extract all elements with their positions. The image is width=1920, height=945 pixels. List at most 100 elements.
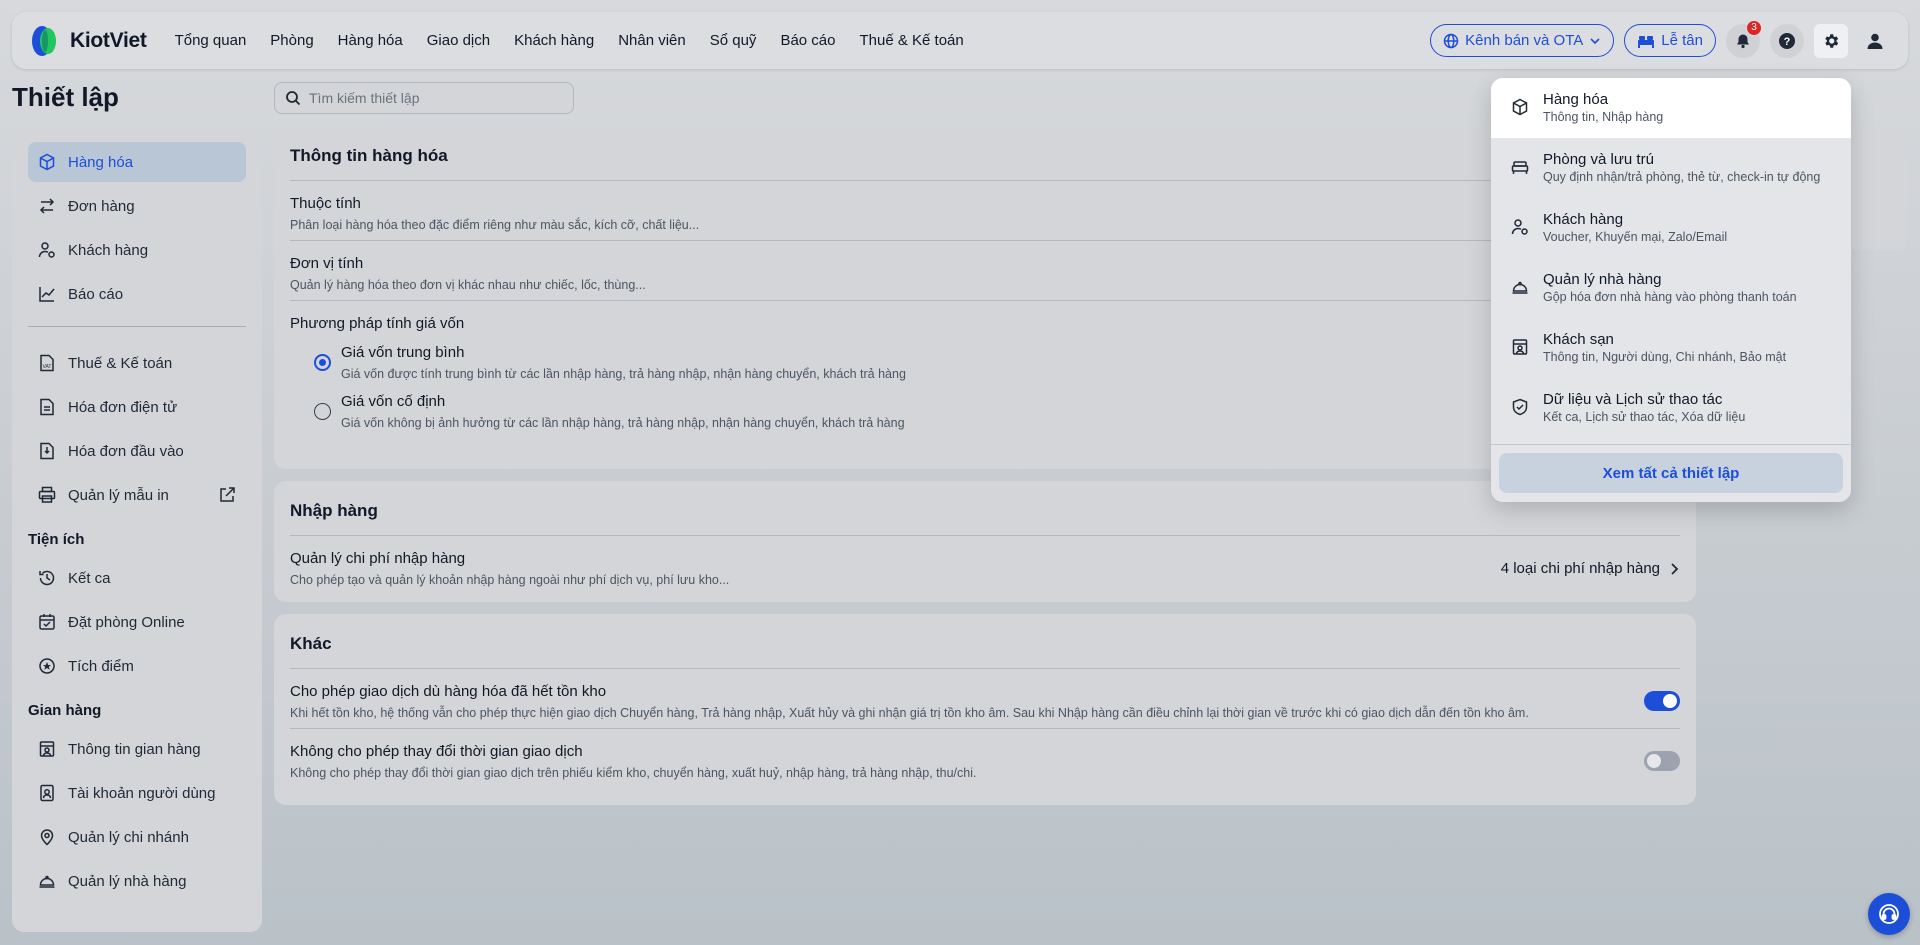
unit-desc: Quản lý hàng hóa theo đơn vị khác nhau n… [290,278,646,292]
nav-giao-dich[interactable]: Giao dịch [415,32,502,49]
goods-info-card: Thông tin hàng hóa Thuộc tính Phân loại … [274,126,1696,469]
doc-import-icon [38,442,56,460]
cloche-icon [1511,278,1529,318]
nav-khach-hang[interactable]: Khách hàng [502,32,606,49]
dropdown-item-desc: Voucher, Khuyến mại, Zalo/Email [1543,230,1728,244]
dropdown-item-desc: Gộp hóa đơn nhà hàng vào phòng thanh toá… [1543,290,1797,304]
dropdown-item-title: Dữ liệu và Lịch sử thao tác [1543,391,1723,408]
chevron-right-icon [1668,562,1680,576]
sidebar-item-tai-khoan-nguoi-dung[interactable]: Tài khoản người dùng [28,773,246,813]
globe-icon [1443,33,1459,49]
reception-label: Lễ tân [1661,32,1703,49]
sidebar-item-tich-diem[interactable]: Tích điểm [28,646,246,686]
lock-transaction-time-title: Không cho phép thay đổi thời gian giao d… [290,743,583,760]
bell-icon [1735,33,1751,49]
store-icon [1511,338,1529,378]
user-gear-icon [38,241,56,259]
lock-transaction-time-desc: Không cho phép thay đổi thời gian giao d… [290,766,977,780]
cost-method-row: Phương pháp tính giá vốn Giá vốn trung b… [290,301,1680,436]
sidebar-item-quan-ly-chi-nhanh[interactable]: Quản lý chi nhánh [28,817,246,857]
user-icon [1866,32,1884,50]
logo-text: KiotViet [70,28,147,52]
nav-bao-cao[interactable]: Báo cáo [768,32,847,49]
notification-button[interactable]: 3 [1726,19,1762,58]
svg-text:VAT: VAT [43,364,52,370]
printer-icon [38,486,56,504]
nav-hang-hoa[interactable]: Hàng hóa [326,32,415,49]
sidebar-item-label: Hóa đơn điện tử [68,398,178,416]
sidebar-item-khach-hang[interactable]: Khách hàng [28,230,246,270]
sidebar-item-label: Báo cáo [68,285,124,303]
cost-fixed-radio[interactable] [314,403,331,420]
search-icon [285,90,301,106]
dropdown-item-khach-hang[interactable]: Khách hàng Voucher, Khuyến mại, Zalo/Ema… [1491,198,1851,258]
dropdown-item-du-lieu-lich-su[interactable]: Dữ liệu và Lịch sử thao tác Kết ca, Lịch… [1491,378,1851,438]
settings-search [274,82,574,114]
sidebar-item-quan-ly-mau-in[interactable]: Quản lý mẫu in [28,475,246,515]
account-button[interactable] [1858,24,1892,58]
svg-text:?: ? [1784,36,1791,48]
nav-so-quy[interactable]: Sổ quỹ [698,32,769,49]
nav-thue-ke-toan[interactable]: Thuế & Kế toán [847,32,975,49]
sidebar-item-bao-cao[interactable]: Báo cáo [28,274,246,314]
help-button[interactable]: ? [1770,23,1804,58]
sidebar-item-dat-phong-online[interactable]: Đặt phòng Online [28,602,246,642]
cost-avg-option[interactable]: Giá vốn trung bình Giá vốn được tính tru… [290,338,1680,387]
support-chat-button[interactable] [1868,893,1910,935]
import-card: Nhập hàng Quản lý chi phí nhập hàng Cho … [274,481,1696,602]
gear-icon [1822,32,1840,50]
other-card: Khác Cho phép giao dịch dù hàng hóa đã h… [274,614,1696,805]
sidebar-item-label: Thông tin gian hàng [68,740,201,758]
dropdown-divider [1491,444,1851,445]
sidebar-item-label: Tài khoản người dùng [68,784,216,802]
attributes-row[interactable]: Thuộc tính Phân loại hàng hóa theo đặc đ… [290,181,1680,241]
goods-card-title: Thông tin hàng hóa [290,126,1680,181]
headset-icon [1877,902,1901,926]
unit-title: Đơn vị tính [290,255,364,272]
lock-transaction-time-toggle[interactable] [1644,751,1680,771]
logo[interactable]: KiotViet [28,24,147,58]
search-input[interactable] [309,90,563,106]
reception-button[interactable]: Lễ tân [1624,24,1716,57]
dropdown-item-desc: Thông tin, Nhập hàng [1543,110,1664,124]
other-card-title: Khác [290,614,1680,669]
sidebar-item-label: Đơn hàng [68,197,135,215]
dropdown-item-title: Khách hàng [1543,211,1624,228]
dropdown-item-quan-ly-nha-hang[interactable]: Quản lý nhà hàng Gộp hóa đơn nhà hàng và… [1491,258,1851,318]
sidebar-item-quan-ly-nha-hang[interactable]: Quản lý nhà hàng [28,861,246,901]
sidebar-item-label: Hàng hóa [68,153,134,171]
sidebar-item-ket-ca[interactable]: Kết ca [28,558,246,598]
sidebar-item-hoa-don-dau-vao[interactable]: Hóa đơn đầu vào [28,431,246,471]
doc-icon [38,398,56,416]
nav-phong[interactable]: Phòng [258,32,325,49]
lock-transaction-time-row: Không cho phép thay đổi thời gian giao d… [290,729,1680,788]
sidebar-item-hang-hoa[interactable]: Hàng hóa [28,142,246,182]
import-cost-row[interactable]: Quản lý chi phí nhập hàng Cho phép tạo v… [290,536,1680,595]
view-all-settings-button[interactable]: Xem tất cả thiết lập [1499,453,1843,493]
channel-ota-button[interactable]: Kênh bán và OTA [1430,24,1615,57]
allow-negative-stock-toggle[interactable] [1644,691,1680,711]
sidebar-item-thue-ke-toan[interactable]: VAT Thuế & Kế toán [28,343,246,383]
external-link-icon[interactable] [218,486,236,504]
nav-nhan-vien[interactable]: Nhân viên [606,32,698,49]
dropdown-item-hang-hoa[interactable]: Hàng hóa Thông tin, Nhập hàng [1491,78,1851,138]
sidebar-item-hoa-don-dien-tu[interactable]: Hóa đơn điện tử [28,387,246,427]
location-icon [38,828,56,846]
nav-tong-quan[interactable]: Tổng quan [163,32,259,49]
star-circle-icon [38,657,56,675]
settings-dropdown: Hàng hóa Thông tin, Nhập hàng Phòng và l… [1491,78,1851,502]
sidebar-item-don-hang[interactable]: Đơn hàng [28,186,246,226]
dropdown-item-khach-san[interactable]: Khách sạn Thông tin, Người dùng, Chi nhá… [1491,318,1851,378]
cost-fixed-option[interactable]: Giá vốn cố định Giá vốn không bị ảnh hưở… [290,387,1680,436]
bed-icon [1637,33,1655,49]
dropdown-item-phong-luu-tru[interactable]: Phòng và lưu trú Quy định nhận/trả phòng… [1491,138,1851,198]
import-cost-link[interactable]: 4 loại chi phí nhập hàng [1501,560,1680,577]
sidebar-item-thong-tin-gian-hang[interactable]: Thông tin gian hàng [28,729,246,769]
unit-row[interactable]: Đơn vị tính Quản lý hàng hóa theo đơn vị… [290,241,1680,301]
cost-avg-radio[interactable] [314,354,331,371]
settings-button[interactable] [1814,23,1848,58]
cost-method-title: Phương pháp tính giá vốn [290,315,465,332]
id-card-icon [38,784,56,802]
notification-badge: 3 [1746,19,1762,36]
import-cost-title: Quản lý chi phí nhập hàng [290,550,466,567]
